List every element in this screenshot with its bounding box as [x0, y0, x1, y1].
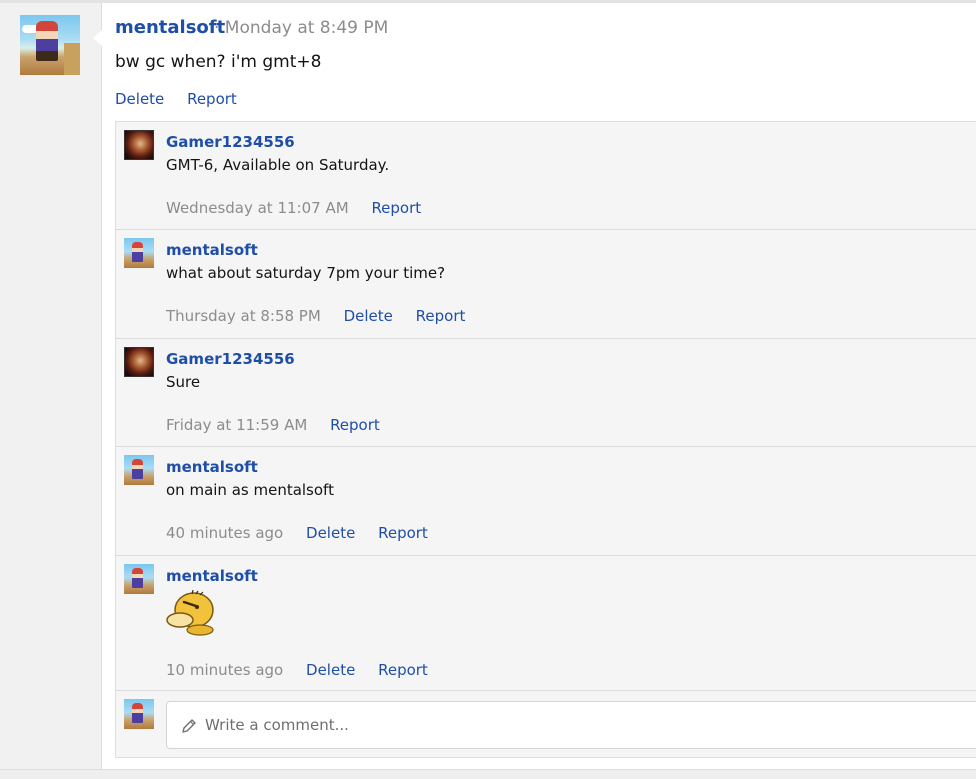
avatar-figure [36, 21, 58, 61]
comment-report-link[interactable]: Report [378, 661, 428, 679]
post-body-text: bw gc when? i'm gmt+8 [115, 52, 322, 72]
comment-author[interactable]: Gamer1234556 [166, 350, 295, 368]
comment-timestamp[interactable]: Wednesday at 11:07 AM [166, 199, 349, 217]
comment-report-link[interactable]: Report [416, 307, 466, 325]
post-author-name[interactable]: mentalsoft [115, 17, 225, 38]
comment-text: Sure [166, 373, 201, 391]
commenter-avatar[interactable] [124, 564, 154, 594]
comment-item: mentalsoft 10 minutes ago Delete Report [116, 556, 976, 691]
commenter-avatar[interactable] [124, 238, 154, 268]
comment-timestamp[interactable]: 10 minutes ago [166, 661, 283, 679]
post-timestamp[interactable]: · Monday at 8:49 PM [214, 18, 388, 38]
comment-report-link[interactable]: Report [371, 199, 421, 217]
comment-item: mentalsoft on main as mentalsoft 40 minu… [116, 447, 976, 556]
comment-report-link[interactable]: Report [330, 416, 380, 434]
post-author-avatar[interactable] [20, 15, 80, 75]
psyduck-emoji-icon [166, 590, 214, 636]
comment-delete-link[interactable]: Delete [306, 524, 355, 542]
comment-author[interactable]: mentalsoft [166, 241, 258, 259]
left-gutter [0, 3, 102, 769]
post-report-link[interactable]: Report [187, 90, 237, 108]
comment-meta: Wednesday at 11:07 AM Report [166, 199, 439, 217]
comment-author[interactable]: mentalsoft [166, 458, 258, 476]
comment-list: Gamer1234556 GMT-6, Available on Saturda… [115, 121, 976, 758]
avatar-cliff [64, 43, 80, 75]
comment-item: Gamer1234556 GMT-6, Available on Saturda… [116, 122, 976, 230]
comment-meta: Thursday at 8:58 PM Delete Report [166, 307, 483, 325]
comment-meta: 10 minutes ago Delete Report [166, 661, 446, 679]
comment-item: Gamer1234556 Sure Friday at 11:59 AM Rep… [116, 339, 976, 447]
comment-meta: 40 minutes ago Delete Report [166, 524, 446, 542]
comment-placeholder: Write a comment... [205, 716, 349, 734]
page-bottom-border [0, 769, 976, 779]
comment-author[interactable]: Gamer1234556 [166, 133, 295, 151]
comment-timestamp[interactable]: Thursday at 8:58 PM [166, 307, 321, 325]
pencil-icon [182, 719, 196, 733]
post-delete-link[interactable]: Delete [115, 90, 164, 108]
comment-timestamp[interactable]: 40 minutes ago [166, 524, 283, 542]
comment-delete-link[interactable]: Delete [344, 307, 393, 325]
comment-composer: Write a comment... [116, 691, 976, 759]
commenter-avatar[interactable] [124, 347, 154, 377]
current-user-avatar [124, 699, 154, 729]
comment-input[interactable]: Write a comment... [166, 701, 976, 749]
post-actions: Delete Report [115, 90, 255, 108]
commenter-avatar[interactable] [124, 455, 154, 485]
speech-bubble-tail [93, 30, 102, 46]
comment-delete-link[interactable]: Delete [306, 661, 355, 679]
comment-meta: Friday at 11:59 AM Report [166, 416, 398, 434]
comment-text: on main as mentalsoft [166, 481, 334, 499]
comment-text: what about saturday 7pm your time? [166, 264, 446, 282]
commenter-avatar[interactable] [124, 130, 154, 160]
comment-author[interactable]: mentalsoft [166, 567, 258, 585]
comment-item: mentalsoft what about saturday 7pm your … [116, 230, 976, 339]
comment-text: GMT-6, Available on Saturday. [166, 156, 390, 174]
comment-report-link[interactable]: Report [378, 524, 428, 542]
comment-timestamp[interactable]: Friday at 11:59 AM [166, 416, 307, 434]
